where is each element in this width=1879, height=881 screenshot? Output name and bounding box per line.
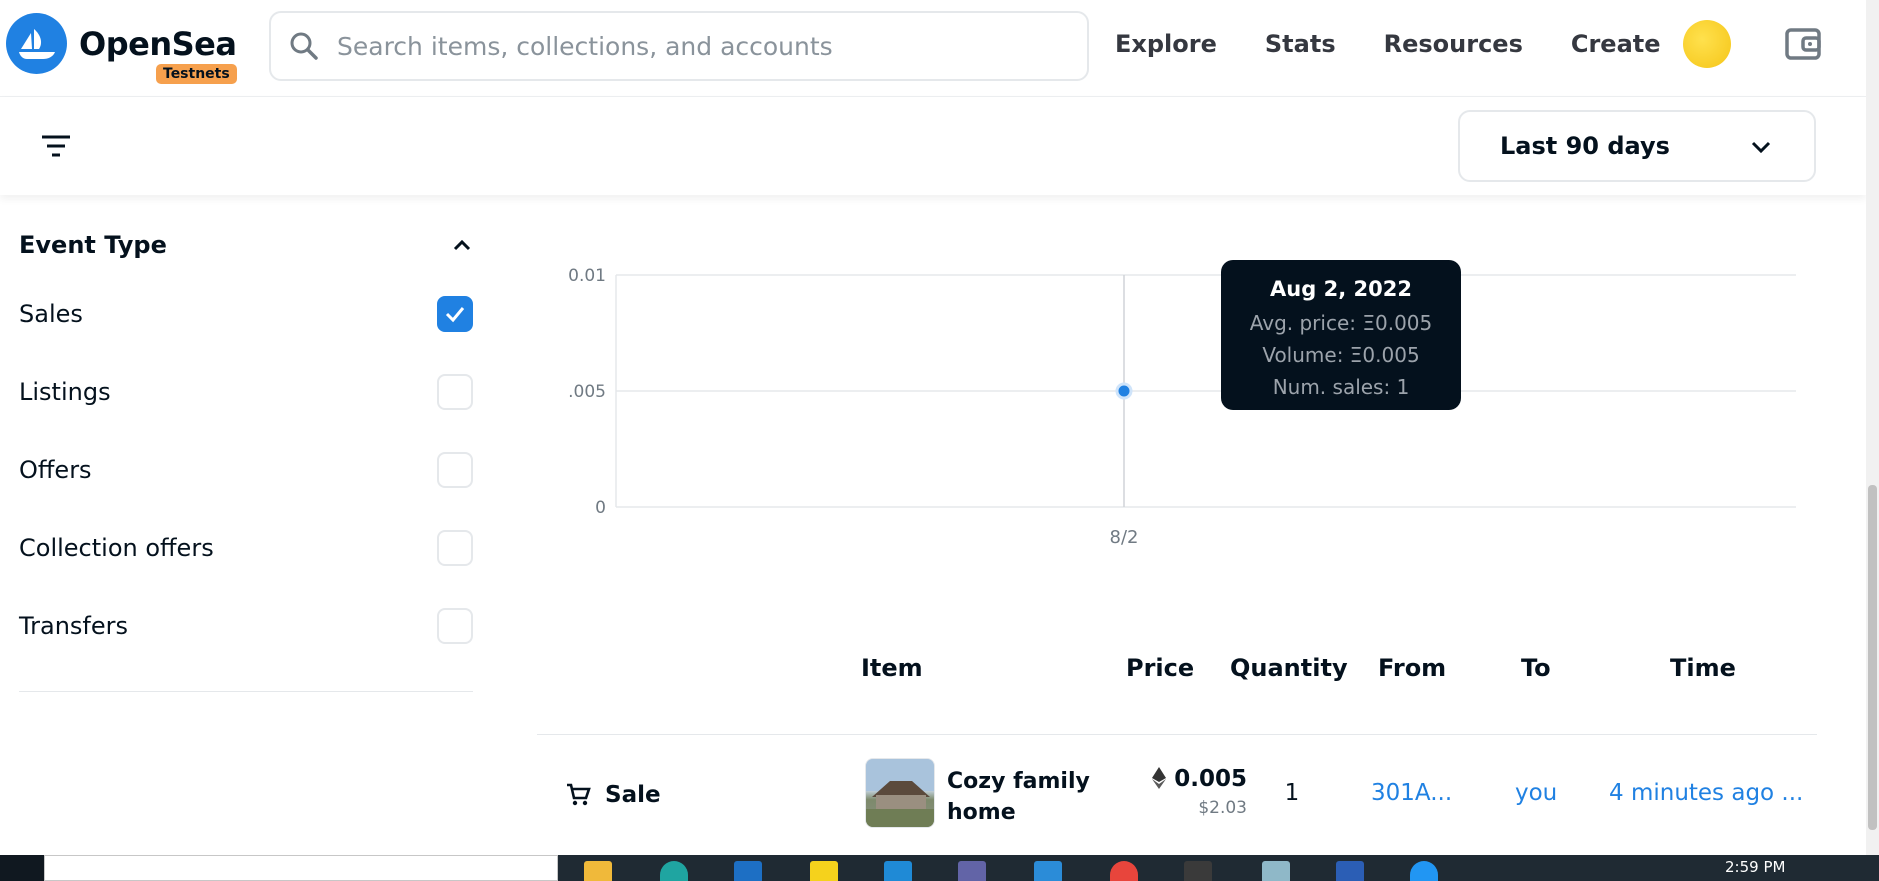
- scrollbar-thumb[interactable]: [1868, 485, 1877, 830]
- transfers-checkbox[interactable]: [437, 608, 473, 644]
- notes-icon[interactable]: [810, 861, 838, 881]
- chevron-down-icon: [1751, 141, 1771, 154]
- filter-offers[interactable]: Offers: [19, 431, 473, 509]
- y-tick-label: .005: [568, 382, 606, 402]
- page: OpenSea Testnets Explore Stats Resources…: [0, 0, 1879, 881]
- header-item: Item: [861, 654, 923, 682]
- testnets-badge: Testnets: [156, 64, 237, 84]
- chrome-icon[interactable]: [1110, 861, 1138, 881]
- chart-grid: [615, 274, 1796, 508]
- nav-resources[interactable]: Resources: [1384, 30, 1523, 58]
- header-quantity: Quantity: [1230, 654, 1348, 682]
- listings-checkbox[interactable]: [437, 374, 473, 410]
- chart-tooltip: Aug 2, 2022 Avg. price: Ξ0.005 Volume: Ξ…: [1221, 260, 1461, 410]
- sales-checkbox[interactable]: [437, 296, 473, 332]
- app-icon[interactable]: [1262, 861, 1290, 881]
- cart-icon: [567, 783, 591, 806]
- event-label: Sale: [605, 782, 661, 808]
- teams-icon[interactable]: [958, 861, 986, 881]
- tooltip-volume: Volume: Ξ0.005: [1262, 343, 1420, 367]
- taskbar-clock: 2:59 PM: [1725, 858, 1786, 876]
- wallet-icon[interactable]: [1783, 24, 1823, 64]
- tooltip-avg-price: Avg. price: Ξ0.005: [1249, 311, 1433, 335]
- tooltip-date: Aug 2, 2022: [1270, 277, 1412, 301]
- from-link[interactable]: 301A...: [1371, 780, 1452, 806]
- nav-create[interactable]: Create: [1571, 30, 1661, 58]
- filter-label: Offers: [19, 456, 92, 484]
- item-name[interactable]: Cozy family home: [947, 766, 1107, 828]
- brand-name: OpenSea: [79, 24, 237, 63]
- filter-label: Listings: [19, 378, 111, 406]
- filter-listings[interactable]: Listings: [19, 353, 473, 431]
- period-select-value: Last 90 days: [1500, 132, 1670, 160]
- data-points: [1115, 382, 1133, 400]
- top-nav: OpenSea Testnets Explore Stats Resources…: [0, 0, 1866, 97]
- app-icon[interactable]: [1410, 861, 1438, 881]
- vscode-icon[interactable]: [1034, 861, 1062, 881]
- filter-label: Sales: [19, 300, 83, 328]
- filter-collection-offers[interactable]: Collection offers: [19, 509, 473, 587]
- header-from: From: [1378, 654, 1447, 682]
- table-row: Sale Cozy family home 0.005 $2.03 1 301A…: [537, 736, 1817, 854]
- event-type-header[interactable]: Event Type: [19, 215, 473, 275]
- x-tick-labels: 8/2: [1110, 527, 1139, 548]
- price-usd: $2.03: [1198, 798, 1247, 818]
- taskbar-search[interactable]: [44, 855, 558, 881]
- search-input[interactable]: [337, 31, 1037, 61]
- y-tick-labels: 0.01 .005 0: [568, 266, 606, 518]
- price-eth: 0.005: [1117, 766, 1247, 792]
- event-type-cell: Sale: [565, 782, 661, 808]
- period-select[interactable]: Last 90 days: [1458, 110, 1816, 182]
- price-eth-value: 0.005: [1174, 766, 1247, 792]
- x-tick-label: 8/2: [1110, 527, 1139, 548]
- y-tick-label: 0.01: [568, 266, 606, 286]
- collection-offers-checkbox[interactable]: [437, 530, 473, 566]
- filter-transfers[interactable]: Transfers: [19, 587, 473, 665]
- event-type-title: Event Type: [19, 231, 167, 259]
- price-cell: 0.005 $2.03: [1117, 766, 1247, 818]
- header-price: Price: [1126, 654, 1195, 682]
- sidebar-divider: [19, 691, 473, 692]
- search-box[interactable]: [269, 11, 1089, 81]
- header-time: Time: [1670, 654, 1736, 682]
- filter-bar: Last 90 days: [0, 97, 1866, 195]
- mail-icon[interactable]: [734, 861, 762, 881]
- checkmark-icon: [445, 307, 465, 323]
- data-point[interactable]: [1115, 382, 1133, 400]
- nav-links: Explore Stats Resources Create: [1115, 0, 1709, 88]
- header-to: To: [1521, 654, 1551, 682]
- edge-icon[interactable]: [660, 861, 688, 881]
- word-icon[interactable]: [1336, 861, 1364, 881]
- event-type-filter: Event Type Sales Listings Offers Collect…: [19, 215, 473, 692]
- terminal-icon[interactable]: [1184, 861, 1212, 881]
- nav-explore[interactable]: Explore: [1115, 30, 1217, 58]
- price-history-chart: 0.01 .005 0 8/2: [568, 266, 1796, 548]
- ethereum-icon: [1152, 767, 1167, 789]
- activity-table-header: Item Price Quantity From To Time: [537, 640, 1817, 735]
- windows-start-icon[interactable]: [0, 855, 44, 881]
- search-icon: [290, 32, 318, 60]
- file-explorer-icon[interactable]: [584, 861, 612, 881]
- chevron-up-icon[interactable]: [451, 234, 473, 256]
- item-thumbnail[interactable]: [865, 758, 935, 828]
- offers-checkbox[interactable]: [437, 452, 473, 488]
- opensea-boat-icon: [6, 13, 67, 74]
- house-image: [866, 759, 934, 827]
- tooltip-num-sales: Num. sales: 1: [1272, 375, 1410, 399]
- nav-stats[interactable]: Stats: [1265, 30, 1336, 58]
- outlook-icon[interactable]: [884, 861, 912, 881]
- filter-icon[interactable]: [40, 131, 72, 161]
- filter-label: Transfers: [19, 612, 129, 640]
- quantity-cell: 1: [1284, 780, 1300, 806]
- profile-avatar[interactable]: [1683, 20, 1731, 68]
- y-tick-label: 0: [595, 498, 606, 518]
- filter-label: Collection offers: [19, 534, 214, 562]
- time-link[interactable]: 4 minutes ago ...: [1609, 780, 1803, 806]
- windows-taskbar: 2:59 PM: [0, 855, 1879, 881]
- filter-sales[interactable]: Sales: [19, 275, 473, 353]
- to-link[interactable]: you: [1515, 780, 1557, 806]
